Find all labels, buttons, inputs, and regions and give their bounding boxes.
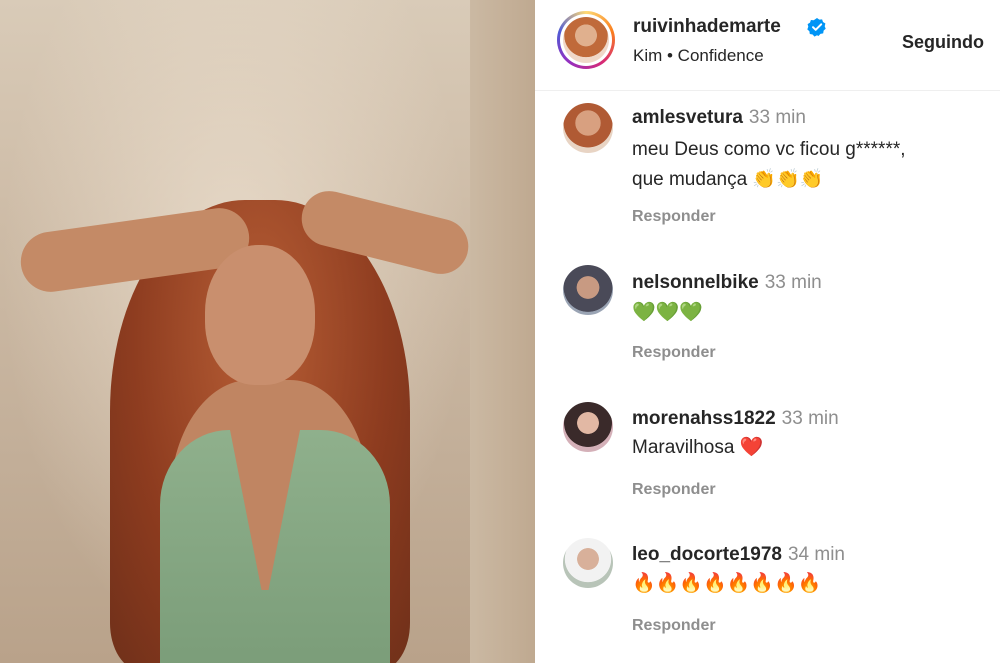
comment-time: 33 min	[748, 107, 806, 128]
comment-time: 33 min	[781, 408, 839, 429]
commenter-username[interactable]: morenahss1822	[632, 408, 776, 429]
media-wall	[470, 0, 535, 663]
comment-text-line: que mudança 👏👏👏	[632, 169, 824, 190]
reply-button[interactable]: Responder	[632, 617, 716, 635]
verified-badge-icon	[807, 18, 826, 37]
comments-panel: ruivinhademarte Kim • Confidence Seguind…	[535, 0, 1000, 663]
author-username[interactable]: ruivinhademarte	[633, 16, 781, 38]
commenter-avatar[interactable]	[563, 103, 613, 153]
comment-time: 34 min	[787, 544, 845, 565]
media-face	[205, 245, 315, 385]
post-media-image[interactable]	[0, 0, 535, 663]
author-avatar[interactable]	[557, 11, 615, 69]
reply-button[interactable]: Responder	[632, 208, 716, 226]
comment-text-line: 💚💚💚	[632, 302, 703, 323]
commenter-avatar[interactable]	[563, 538, 613, 588]
comment-text-line: Maravilhosa ❤️	[632, 437, 764, 458]
following-button[interactable]: Seguindo	[902, 32, 984, 53]
comment-text-line: meu Deus como vc ficou g******,	[632, 139, 906, 160]
post-header: ruivinhademarte Kim • Confidence Seguind…	[535, 0, 1000, 91]
comment-text-line: 🔥🔥🔥🔥🔥🔥🔥🔥	[632, 573, 822, 594]
commenter-username[interactable]: leo_docorte1978	[632, 544, 782, 565]
commenter-avatar[interactable]	[563, 402, 613, 452]
commenter-username[interactable]: amlesvetura	[632, 107, 743, 128]
reply-button[interactable]: Responder	[632, 481, 716, 499]
commenter-username[interactable]: nelsonnelbike	[632, 272, 759, 293]
reply-button[interactable]: Responder	[632, 344, 716, 362]
commenter-avatar[interactable]	[563, 265, 613, 315]
audio-track[interactable]: Kim • Confidence	[633, 46, 764, 66]
comment-time: 33 min	[764, 272, 822, 293]
